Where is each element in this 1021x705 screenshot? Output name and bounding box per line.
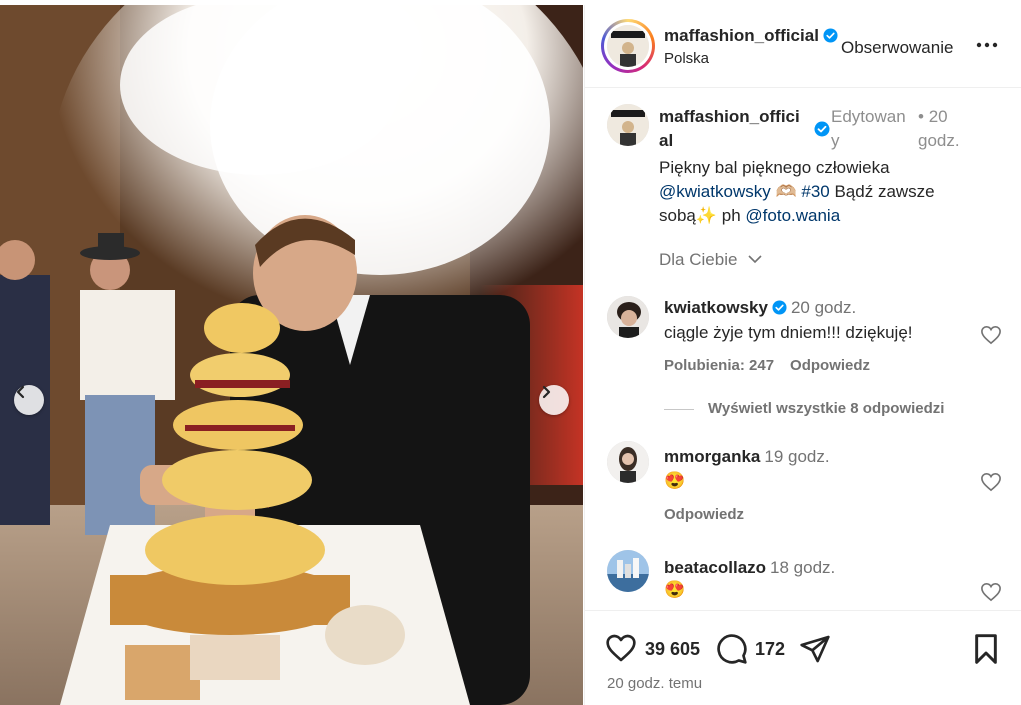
post-side-panel: maffashion_official Polska Obserwowanie … bbox=[584, 5, 1021, 705]
more-options-icon[interactable] bbox=[975, 35, 999, 55]
commenter-avatar[interactable] bbox=[607, 296, 649, 338]
chevron-right-icon bbox=[542, 385, 551, 399]
reply-button[interactable]: Odpowiedz bbox=[790, 357, 870, 374]
post-photo[interactable] bbox=[0, 5, 583, 705]
verified-badge-icon bbox=[772, 300, 787, 315]
commenter-avatar[interactable] bbox=[607, 550, 649, 592]
following-button[interactable]: Obserwowanie bbox=[841, 38, 953, 58]
comments-count[interactable]: 172 bbox=[755, 639, 785, 660]
previous-photo-button[interactable] bbox=[14, 385, 44, 415]
comment-time: 20 godz. bbox=[790, 298, 857, 317]
photo-illustration bbox=[0, 5, 583, 705]
commenter-name[interactable]: beatacollazo 18 godz. bbox=[664, 558, 835, 578]
mention-link[interactable]: @kwiatkowsky bbox=[659, 182, 771, 201]
comment-bubble-icon[interactable] bbox=[716, 633, 748, 665]
comment-likes-count[interactable]: Polubienia: 247 bbox=[664, 357, 774, 374]
next-photo-button[interactable] bbox=[539, 385, 569, 415]
comment-time: 19 godz. bbox=[764, 447, 830, 466]
comment-meta: Polubienia: 247 Odpowiedz bbox=[664, 357, 886, 374]
caption-time: • 20 godz. bbox=[918, 107, 960, 150]
share-paper-plane-icon[interactable] bbox=[799, 633, 831, 665]
caption-author-name[interactable]: maffashion_official bbox=[659, 105, 809, 153]
commenter-name[interactable]: mmorganka 19 godz. bbox=[664, 447, 830, 467]
like-comment-heart-icon[interactable] bbox=[980, 325, 1002, 345]
verified-badge-icon bbox=[814, 121, 830, 137]
save-bookmark-icon[interactable] bbox=[972, 633, 1000, 665]
like-heart-icon[interactable] bbox=[605, 633, 637, 663]
post-timestamp: 20 godz. temu bbox=[607, 675, 703, 692]
comment-text: 😍 bbox=[664, 471, 686, 490]
commenter-avatar[interactable] bbox=[607, 441, 649, 483]
author-name[interactable]: maffashion_official bbox=[664, 26, 838, 46]
verified-badge-icon bbox=[823, 28, 838, 43]
comment-sort-dropdown[interactable]: Dla Ciebie bbox=[659, 250, 762, 270]
chevron-down-icon bbox=[748, 255, 762, 264]
post-actions-bar: 39 605 172 20 godz. temu bbox=[585, 610, 1021, 705]
sparkles-emoji: ✨ bbox=[695, 206, 718, 225]
comment-text: 😍 bbox=[664, 580, 686, 599]
comment-time: 18 godz. bbox=[770, 558, 836, 577]
like-comment-heart-icon[interactable] bbox=[980, 472, 1002, 492]
magazine-cover-icon bbox=[607, 25, 649, 67]
hashtag-link[interactable]: #30 bbox=[801, 182, 829, 201]
view-replies-button[interactable]: Wyświetl wszystkie 8 odpowiedzi bbox=[664, 400, 944, 417]
caption-text: Piękny bal pięknego człowieka @kwiatkows… bbox=[659, 158, 935, 225]
commenter-name[interactable]: kwiatkowsky 20 godz. bbox=[664, 298, 856, 318]
comment-meta: Odpowiedz bbox=[664, 506, 760, 523]
author-avatar[interactable] bbox=[601, 19, 655, 73]
reply-button[interactable]: Odpowiedz bbox=[664, 506, 744, 523]
like-comment-heart-icon[interactable] bbox=[980, 582, 1002, 602]
chevron-left-icon bbox=[16, 385, 25, 399]
likes-count[interactable]: 39 605 bbox=[645, 639, 700, 660]
post-location[interactable]: Polska bbox=[664, 50, 709, 67]
edited-label: Edytowany bbox=[831, 107, 906, 150]
magazine-cover-icon bbox=[607, 104, 649, 146]
comment-text: ciągle żyje tym dniem!!! dziękuję! bbox=[664, 323, 913, 342]
caption-author-avatar[interactable] bbox=[607, 104, 649, 146]
post-header: maffashion_official Polska Obserwowanie bbox=[585, 5, 1021, 88]
photographer-link[interactable]: @foto.wania bbox=[745, 206, 840, 225]
heart-hands-emoji: 🫶🏼 bbox=[775, 182, 797, 201]
